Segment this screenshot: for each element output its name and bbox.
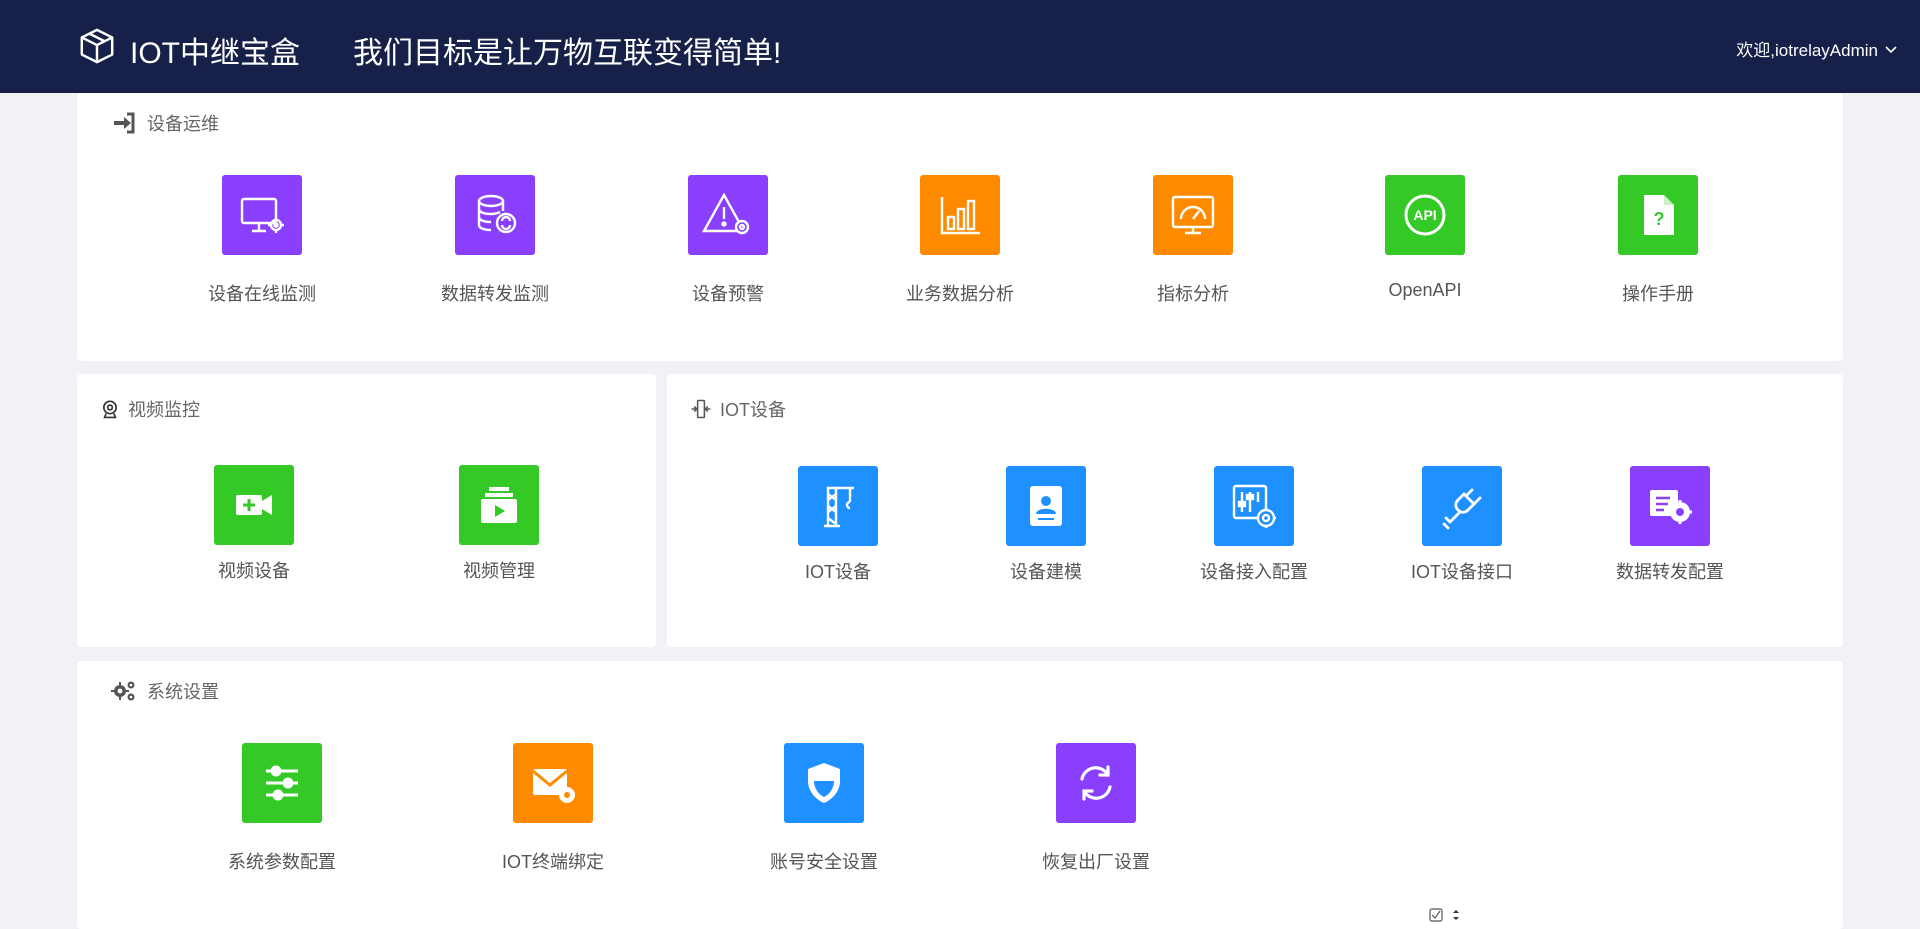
mail-gear-icon [513, 743, 593, 823]
reset-icon [1056, 743, 1136, 823]
tile-device-online-monitor[interactable]: 设备在线监测 [172, 175, 352, 325]
config-sliders-gear-icon [1214, 466, 1294, 546]
video-section-title: 视频监控 [100, 396, 200, 422]
svg-text:API: API [1413, 207, 1436, 223]
tile-iot-device-interface[interactable]: IOT设备接口 [1372, 466, 1552, 616]
tile-device-access-config[interactable]: 设备接入配置 [1164, 466, 1344, 616]
gauge-icon [1153, 175, 1233, 255]
tile-data-forward-monitor[interactable]: 数据转发监测 [405, 175, 585, 325]
sliders-icon [242, 743, 322, 823]
model-icon [1006, 466, 1086, 546]
webcam-icon [100, 396, 120, 422]
tile-device-modeling[interactable]: 设备建模 [956, 466, 1136, 616]
crane-icon [798, 466, 878, 546]
chevron-down-icon [1885, 45, 1897, 53]
checkbox-icon[interactable] [1428, 907, 1444, 923]
iot-section-title: IOT设备 [690, 396, 786, 422]
warning-gear-icon [688, 175, 768, 255]
tile-device-warning[interactable]: 设备预警 [638, 175, 818, 325]
sign-in-icon [111, 110, 137, 136]
tile-business-data-analysis[interactable]: 业务数据分析 [870, 175, 1050, 325]
tile-video-management[interactable]: 视频管理 [409, 465, 589, 615]
sort-arrows-icon[interactable] [1448, 907, 1464, 923]
top-header: IOT中继宝盒 我们目标是让万物互联变得简单! 欢迎,iotrelayAdmin [0, 0, 1920, 93]
gears-icon [111, 678, 137, 704]
ops-section-title: 设备运维 [111, 110, 219, 136]
database-sync-icon [455, 175, 535, 255]
system-section-title: 系统设置 [111, 678, 219, 704]
video-camera-icon [214, 465, 294, 545]
tile-video-device[interactable]: 视频设备 [164, 465, 344, 615]
user-greeting: 欢迎,iotrelayAdmin [1736, 41, 1878, 60]
tile-system-parameters[interactable]: 系统参数配置 [192, 743, 372, 893]
forward-config-gear-icon [1630, 466, 1710, 546]
floating-toolbar[interactable] [1428, 907, 1464, 923]
tile-operation-manual[interactable]: ? 操作手册 [1568, 175, 1748, 325]
help-document-icon: ? [1618, 175, 1698, 255]
user-menu[interactable]: 欢迎,iotrelayAdmin [1736, 36, 1898, 61]
shield-icon [784, 743, 864, 823]
tile-data-forward-config[interactable]: 数据转发配置 [1580, 466, 1760, 616]
app-title: IOT中继宝盒 [130, 37, 300, 70]
video-library-icon [459, 465, 539, 545]
plug-connect-icon [1422, 466, 1502, 546]
tile-indicator-analysis[interactable]: 指标分析 [1103, 175, 1283, 325]
tile-iot-device[interactable]: IOT设备 [748, 466, 928, 616]
api-icon: API [1385, 175, 1465, 255]
tile-iot-terminal-binding[interactable]: IOT终端绑定 [463, 743, 643, 893]
monitor-gear-icon [222, 175, 302, 255]
bar-chart-icon [920, 175, 1000, 255]
svg-text:?: ? [1654, 209, 1665, 229]
cube-logo-icon [80, 28, 114, 64]
tile-open-api[interactable]: API OpenAPI [1335, 175, 1515, 325]
tile-factory-reset[interactable]: 恢复出厂设置 [1006, 743, 1186, 893]
tile-account-security[interactable]: 账号安全设置 [734, 743, 914, 893]
iot-device-icon [690, 396, 712, 422]
slogan: 我们目标是让万物互联变得简单! [353, 37, 782, 70]
